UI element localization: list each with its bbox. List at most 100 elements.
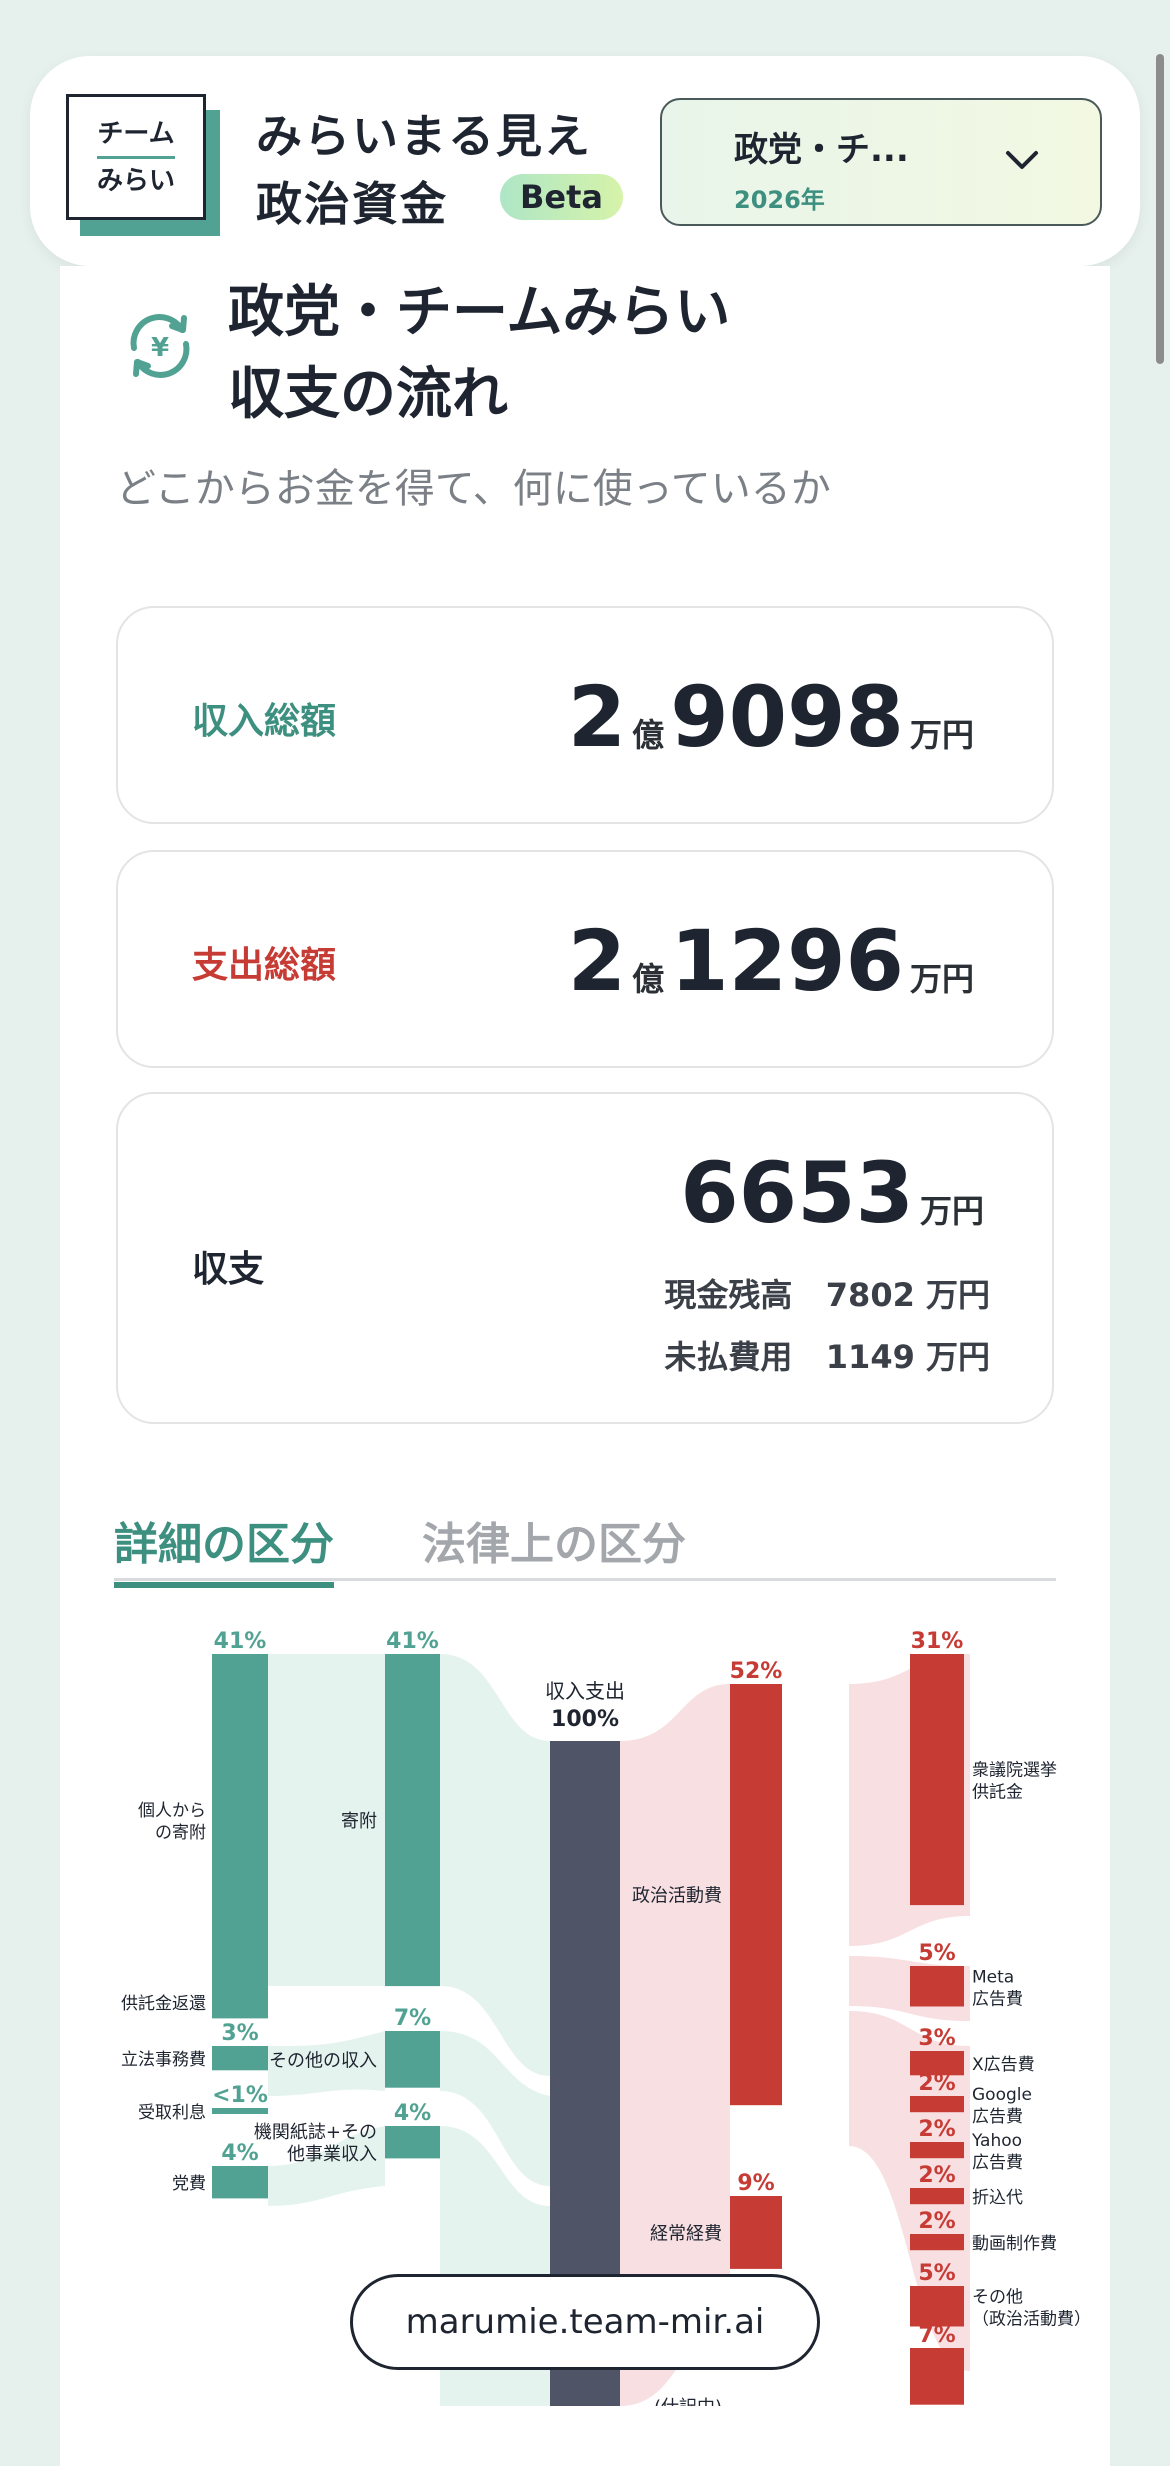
expense-category-pct: 52%: [730, 1659, 783, 1684]
expense-category-label: 経常経費: [650, 2223, 722, 2244]
total-node-pct: 100%: [551, 1707, 619, 1732]
expense-item-label: 供託金: [972, 1783, 1023, 1803]
organization-name: 政党・チ...: [734, 130, 909, 170]
sankey-flow: [440, 1654, 550, 2076]
balance-card: 収支 6653 万円 現金残高 7802 万円 未払費用 1149 万円: [116, 1092, 1054, 1424]
unpaid-expense-value: 1149: [825, 1338, 915, 1376]
expense-item-bar: [910, 1654, 964, 1906]
expense-item-bar: [910, 1966, 964, 2007]
total-node-label: 収入支出: [545, 1679, 625, 1703]
expense-item-label: Yahoo: [971, 2131, 1022, 2151]
expense-item-pct: 2%: [918, 2163, 955, 2188]
cash-balance-label: 現金残高: [664, 1276, 793, 1314]
beta-badge: Beta: [500, 174, 623, 220]
income-category-pct: 7%: [394, 2006, 431, 2031]
site-url-pill[interactable]: marumie.team-mir.ai: [350, 2274, 820, 2370]
income-man-unit: 万円: [909, 716, 974, 754]
site-title-line2: 政治資金: [256, 177, 448, 231]
income-total-card: 収入総額 2 億9098 万円: [116, 606, 1054, 824]
income-category-pct: 41%: [386, 1629, 439, 1654]
expense-item-bar: [910, 2188, 964, 2205]
expense-item-bar: [910, 2348, 964, 2405]
tab-detailed-category[interactable]: 詳細の区分: [114, 1508, 334, 1588]
section-title: 政党・チームみらい 収支の流れ: [228, 272, 730, 436]
income-source-bar: [212, 2166, 268, 2199]
logo-line2: みらい: [96, 165, 175, 196]
expense-item-label: （政治活動費）: [972, 2309, 1091, 2329]
expense-total-card: 支出総額 2 億1296 万円: [116, 850, 1054, 1068]
expense-oku: 2: [567, 912, 627, 1010]
expense-item-pct: 2%: [918, 2209, 955, 2234]
expense-item-label: Meta: [972, 1967, 1014, 1987]
expense-category-label: 政治活動費: [632, 1886, 722, 1907]
balance-unit: 万円: [919, 1192, 984, 1230]
income-oku: 2: [567, 668, 627, 766]
yen-refresh-icon: ¥: [130, 314, 190, 378]
income-source-bar: [212, 1986, 268, 2019]
expense-item-label: 折込代: [972, 2188, 1023, 2208]
expense-item-pct: 2%: [918, 2117, 955, 2142]
income-source-bar: [212, 1654, 268, 1987]
category-tabs: 詳細の区分 法律上の区分: [114, 1508, 1056, 1588]
chevron-down-icon: [1006, 151, 1038, 169]
income-source-label: 個人から: [138, 1801, 206, 1821]
team-mirai-logo[interactable]: チーム みらい: [66, 94, 226, 244]
income-category-label: 寄附: [341, 1811, 377, 1832]
expense-item-label: Google: [972, 2085, 1032, 2105]
scrollbar[interactable]: [1156, 54, 1164, 364]
income-source-pct: 4%: [221, 1961, 258, 1986]
balance-label: 収支: [192, 1249, 265, 1290]
income-source-label: の寄附: [155, 1823, 206, 1843]
expense-man: 1296: [670, 912, 904, 1010]
expense-category-bar: [730, 1684, 782, 2106]
expense-item-bar: [910, 2142, 964, 2159]
income-source-bar: [212, 2108, 268, 2114]
income-category-bar: [385, 2126, 440, 2159]
expense-item-bar: [910, 2234, 964, 2251]
section-title-line1: 政党・チームみらい: [228, 280, 731, 345]
unpaid-expense-unit: 万円: [925, 1338, 990, 1376]
expense-item-label: 衆議院選挙: [972, 1761, 1057, 1781]
income-source-label: 供託金返還: [121, 1994, 206, 2014]
expense-oku-unit: 億: [632, 960, 665, 998]
income-source-label: 受取利息: [138, 2103, 206, 2123]
income-source-label: 立法事務費: [121, 2050, 206, 2070]
expense-item-pct: 7%: [918, 2323, 955, 2348]
income-total-value: 2 億9098 万円: [568, 668, 980, 766]
expense-total-label: 支出総額: [192, 945, 337, 986]
cash-balance-row: 現金残高 7802 万円: [664, 1270, 990, 1316]
expense-item-label: X広告費: [972, 2055, 1035, 2075]
expense-item-pct: 5%: [918, 2261, 955, 2286]
balance-value: 6653 万円: [680, 1144, 990, 1242]
expense-man-unit: 万円: [909, 960, 974, 998]
logo-line1: チーム: [97, 112, 175, 159]
expense-item-label: 広告費: [972, 2153, 1023, 2173]
expense-item-pct: 2%: [918, 2071, 955, 2096]
income-source-pct: <1%: [212, 2083, 268, 2108]
unpaid-expense-row: 未払費用 1149 万円: [664, 1332, 990, 1378]
tab-legal-category[interactable]: 法律上の区分: [422, 1508, 686, 1572]
expense-item-label: その他: [972, 2287, 1023, 2307]
expense-category-label: (仕訳中): [654, 2397, 722, 2406]
svg-text:¥: ¥: [151, 333, 169, 363]
income-source-bar: [212, 2046, 268, 2071]
income-category-label: その他の収入: [269, 2050, 377, 2071]
income-category-label: 他事業収入: [287, 2144, 377, 2165]
cash-balance-unit: 万円: [925, 1276, 990, 1314]
fiscal-year: 2026年: [734, 186, 825, 214]
income-category-pct: 4%: [394, 2101, 431, 2126]
site-header: チーム みらい みらいまる見え 政治資金 Beta 政党・チ... 2026年: [30, 56, 1140, 266]
expense-item-label: 広告費: [972, 2107, 1023, 2127]
income-category-bar: [385, 2031, 440, 2088]
balance-number: 6653: [680, 1144, 914, 1242]
organization-select[interactable]: 政党・チ... 2026年: [660, 98, 1102, 226]
expense-item-label: 広告費: [972, 1989, 1023, 2009]
income-category-label: 機関紙誌+その: [254, 2122, 377, 2143]
income-source-pct: 4%: [221, 2141, 258, 2166]
expense-item-bar: [910, 2286, 964, 2327]
expense-category-pct: 9%: [737, 2171, 774, 2196]
main-card: ¥ 政党・チームみらい 収支の流れ どこからお金を得て、何に使っているか 収入総…: [60, 266, 1110, 2466]
site-title-line1: みらいまる見え: [256, 109, 592, 163]
income-oku-unit: 億: [632, 716, 665, 754]
expense-item-bar: [910, 2096, 964, 2113]
